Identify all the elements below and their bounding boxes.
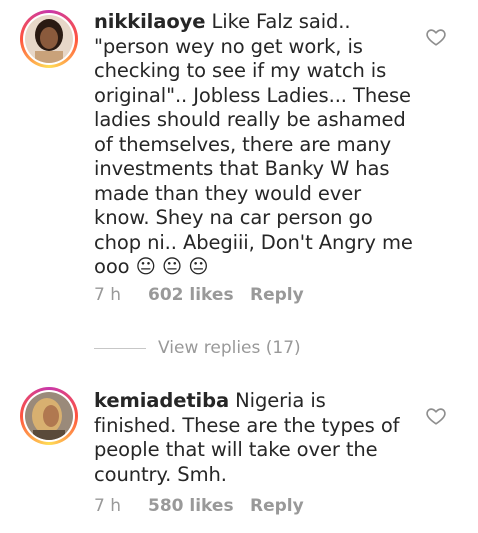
username[interactable]: kemiadetiba <box>94 389 229 412</box>
view-replies-button[interactable]: View replies (17) <box>94 338 301 358</box>
timestamp: 7 h <box>94 496 121 516</box>
comment-body: Like Falz said.. "person wey no get work… <box>94 10 413 278</box>
avatar[interactable] <box>20 387 78 445</box>
heart-outline-icon[interactable] <box>425 405 447 427</box>
view-replies-label: View replies (17) <box>158 338 301 358</box>
comment-text: nikkilaoye Like Falz said.. "person wey … <box>94 10 414 280</box>
heart-outline-icon[interactable] <box>425 26 447 48</box>
comment-text: kemiadetiba Nigeria is finished. These a… <box>94 389 414 487</box>
divider-line <box>94 347 146 349</box>
likes-count[interactable]: 602 likes <box>148 285 250 305</box>
username[interactable]: nikkilaoye <box>94 10 205 33</box>
avatar-image <box>25 392 73 440</box>
reply-button[interactable]: Reply <box>250 496 304 516</box>
likes-count[interactable]: 580 likes <box>148 496 250 516</box>
avatar-image <box>25 15 73 63</box>
comment-meta: 7 h 602 likes Reply <box>94 285 304 305</box>
reply-button[interactable]: Reply <box>250 285 304 305</box>
timestamp: 7 h <box>94 285 121 305</box>
comment-meta: 7 h 580 likes Reply <box>94 496 304 516</box>
avatar[interactable] <box>20 10 78 68</box>
